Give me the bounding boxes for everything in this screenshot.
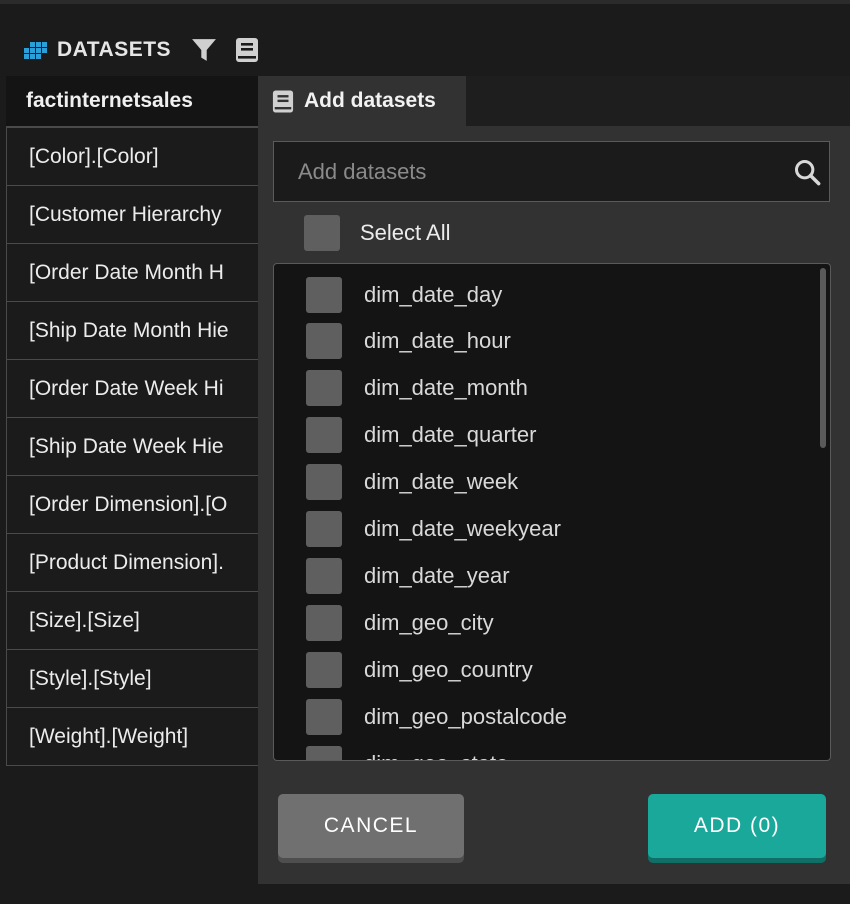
filter-button[interactable] bbox=[191, 37, 217, 63]
list-item-label: dim_date_hour bbox=[364, 328, 511, 353]
checkbox[interactable] bbox=[306, 558, 342, 594]
search-icon[interactable] bbox=[793, 158, 821, 191]
list-item-label: dim_geo_country bbox=[364, 657, 533, 682]
list-item[interactable]: dim_geo_country bbox=[306, 652, 533, 688]
list-item-label: dim_date_quarter bbox=[364, 422, 537, 447]
list-item[interactable]: dim_date_hour bbox=[306, 323, 511, 359]
book-icon bbox=[272, 90, 294, 112]
checkbox[interactable] bbox=[306, 699, 342, 735]
checkbox[interactable] bbox=[306, 370, 342, 406]
checkbox[interactable] bbox=[306, 323, 342, 359]
datasets-header: DATASETS bbox=[24, 34, 259, 66]
add-button[interactable]: ADD (0) bbox=[648, 794, 826, 858]
list-item-label: dim_date_year bbox=[364, 563, 510, 588]
datasets-grid-icon bbox=[24, 41, 47, 59]
list-item-label: dim_date_week bbox=[364, 469, 519, 494]
cancel-button[interactable]: CANCEL bbox=[278, 794, 464, 858]
select-all-checkbox[interactable]: Select All bbox=[304, 215, 451, 251]
checkbox[interactable] bbox=[306, 605, 342, 641]
list-item[interactable]: dim_date_day bbox=[306, 277, 502, 313]
checkbox[interactable] bbox=[306, 464, 342, 500]
list-item-label: dim_date_day bbox=[364, 282, 503, 307]
list-item[interactable]: dim_geo_state bbox=[306, 746, 508, 760]
list-item[interactable]: dim_date_week bbox=[306, 464, 518, 500]
checkbox[interactable] bbox=[306, 511, 342, 547]
list-scrollbar[interactable] bbox=[820, 268, 826, 448]
book-icon bbox=[236, 38, 259, 62]
top-strip bbox=[0, 0, 850, 4]
datasets-title: DATASETS bbox=[57, 38, 172, 61]
list-item-label: dim_geo_state bbox=[364, 751, 508, 760]
dataset-list[interactable]: dim_date_day dim_date_hour dim_date_mont… bbox=[273, 263, 831, 761]
search-input[interactable] bbox=[274, 142, 784, 201]
list-item[interactable]: dim_geo_city bbox=[306, 605, 494, 641]
add-datasets-button[interactable] bbox=[235, 37, 259, 63]
checkbox[interactable] bbox=[306, 277, 342, 313]
add-datasets-popover: Add datasets Select All dim_date_day dim… bbox=[258, 76, 850, 884]
list-item-label: dim_date_month bbox=[364, 375, 528, 400]
tab-add-datasets[interactable]: Add datasets bbox=[258, 76, 466, 126]
list-item[interactable]: dim_date_weekyear bbox=[306, 511, 561, 547]
list-item[interactable]: dim_geo_postalcode bbox=[306, 699, 567, 735]
list-item-label: dim_geo_postalcode bbox=[364, 704, 568, 729]
popover-tab-bar: Add datasets bbox=[258, 76, 850, 126]
list-item[interactable]: dim_date_month bbox=[306, 370, 528, 406]
list-item-label: dim_date_weekyear bbox=[364, 516, 561, 541]
filter-icon bbox=[192, 39, 216, 61]
checkbox[interactable] bbox=[306, 417, 342, 453]
list-item-label: dim_geo_city bbox=[364, 610, 494, 635]
list-item[interactable]: dim_date_quarter bbox=[306, 417, 536, 453]
select-all-label: Select All bbox=[360, 220, 451, 245]
tab-label: Add datasets bbox=[304, 89, 436, 112]
checkbox[interactable] bbox=[304, 215, 340, 251]
search-box bbox=[273, 141, 830, 202]
list-item[interactable]: dim_date_year bbox=[306, 558, 510, 594]
checkbox[interactable] bbox=[306, 746, 342, 760]
checkbox[interactable] bbox=[306, 652, 342, 688]
